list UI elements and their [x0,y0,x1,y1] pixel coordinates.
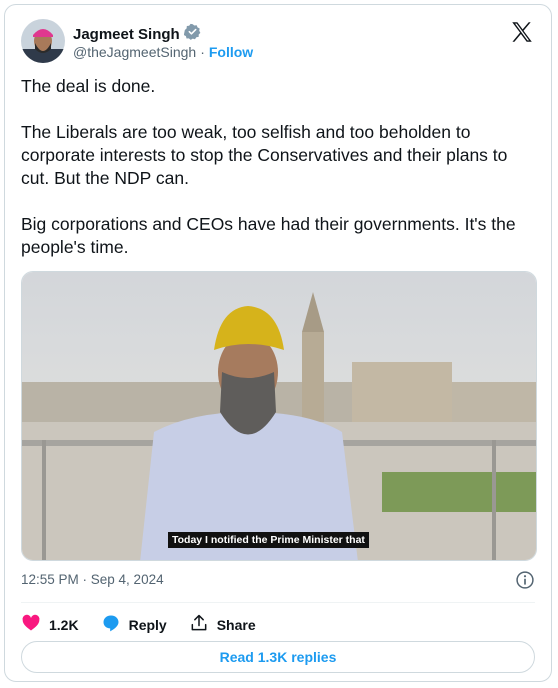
tweet-paragraph: The deal is done. [21,76,156,96]
tweet-card: Jagmeet Singh @theJagmeetSingh · Follow … [4,4,552,682]
separator-dot: · [200,44,205,60]
x-logo-icon[interactable] [509,19,535,45]
author-handle-row: @theJagmeetSingh · Follow [73,44,253,60]
author-name[interactable]: Jagmeet Singh [73,26,180,43]
action-bar: 1.2K Reply Share [21,613,278,636]
share-button[interactable]: Share [189,613,256,636]
divider [21,602,535,603]
share-label: Share [216,616,256,633]
info-icon[interactable] [515,570,535,590]
follow-button[interactable]: Follow [209,44,253,60]
reply-button[interactable]: Reply [101,613,167,636]
tweet-paragraph: Big corporations and CEOs have had their… [21,214,516,257]
tweet-text: The deal is done. The Liberals are too w… [21,75,531,282]
video-caption: Today I notified the Prime Minister that [168,532,369,548]
read-replies-button[interactable]: Read 1.3K replies [21,641,535,673]
author-name-row: Jagmeet Singh [73,23,201,45]
speech-bubble-icon [101,613,121,636]
verified-badge-icon [183,23,201,45]
reply-label: Reply [128,616,167,633]
video-player[interactable]: Today I notified the Prime Minister that [21,271,537,561]
author-handle[interactable]: @theJagmeetSingh [73,44,196,60]
like-count: 1.2K [49,616,79,633]
tweet-timestamp[interactable]: 12:55 PM · Sep 4, 2024 [21,572,164,587]
tweet-paragraph: The Liberals are too weak, too selfish a… [21,122,508,188]
video-frame [22,272,536,560]
heart-icon [21,613,41,636]
like-button[interactable]: 1.2K [21,613,79,636]
avatar[interactable] [21,19,65,63]
share-upload-icon [189,613,209,636]
